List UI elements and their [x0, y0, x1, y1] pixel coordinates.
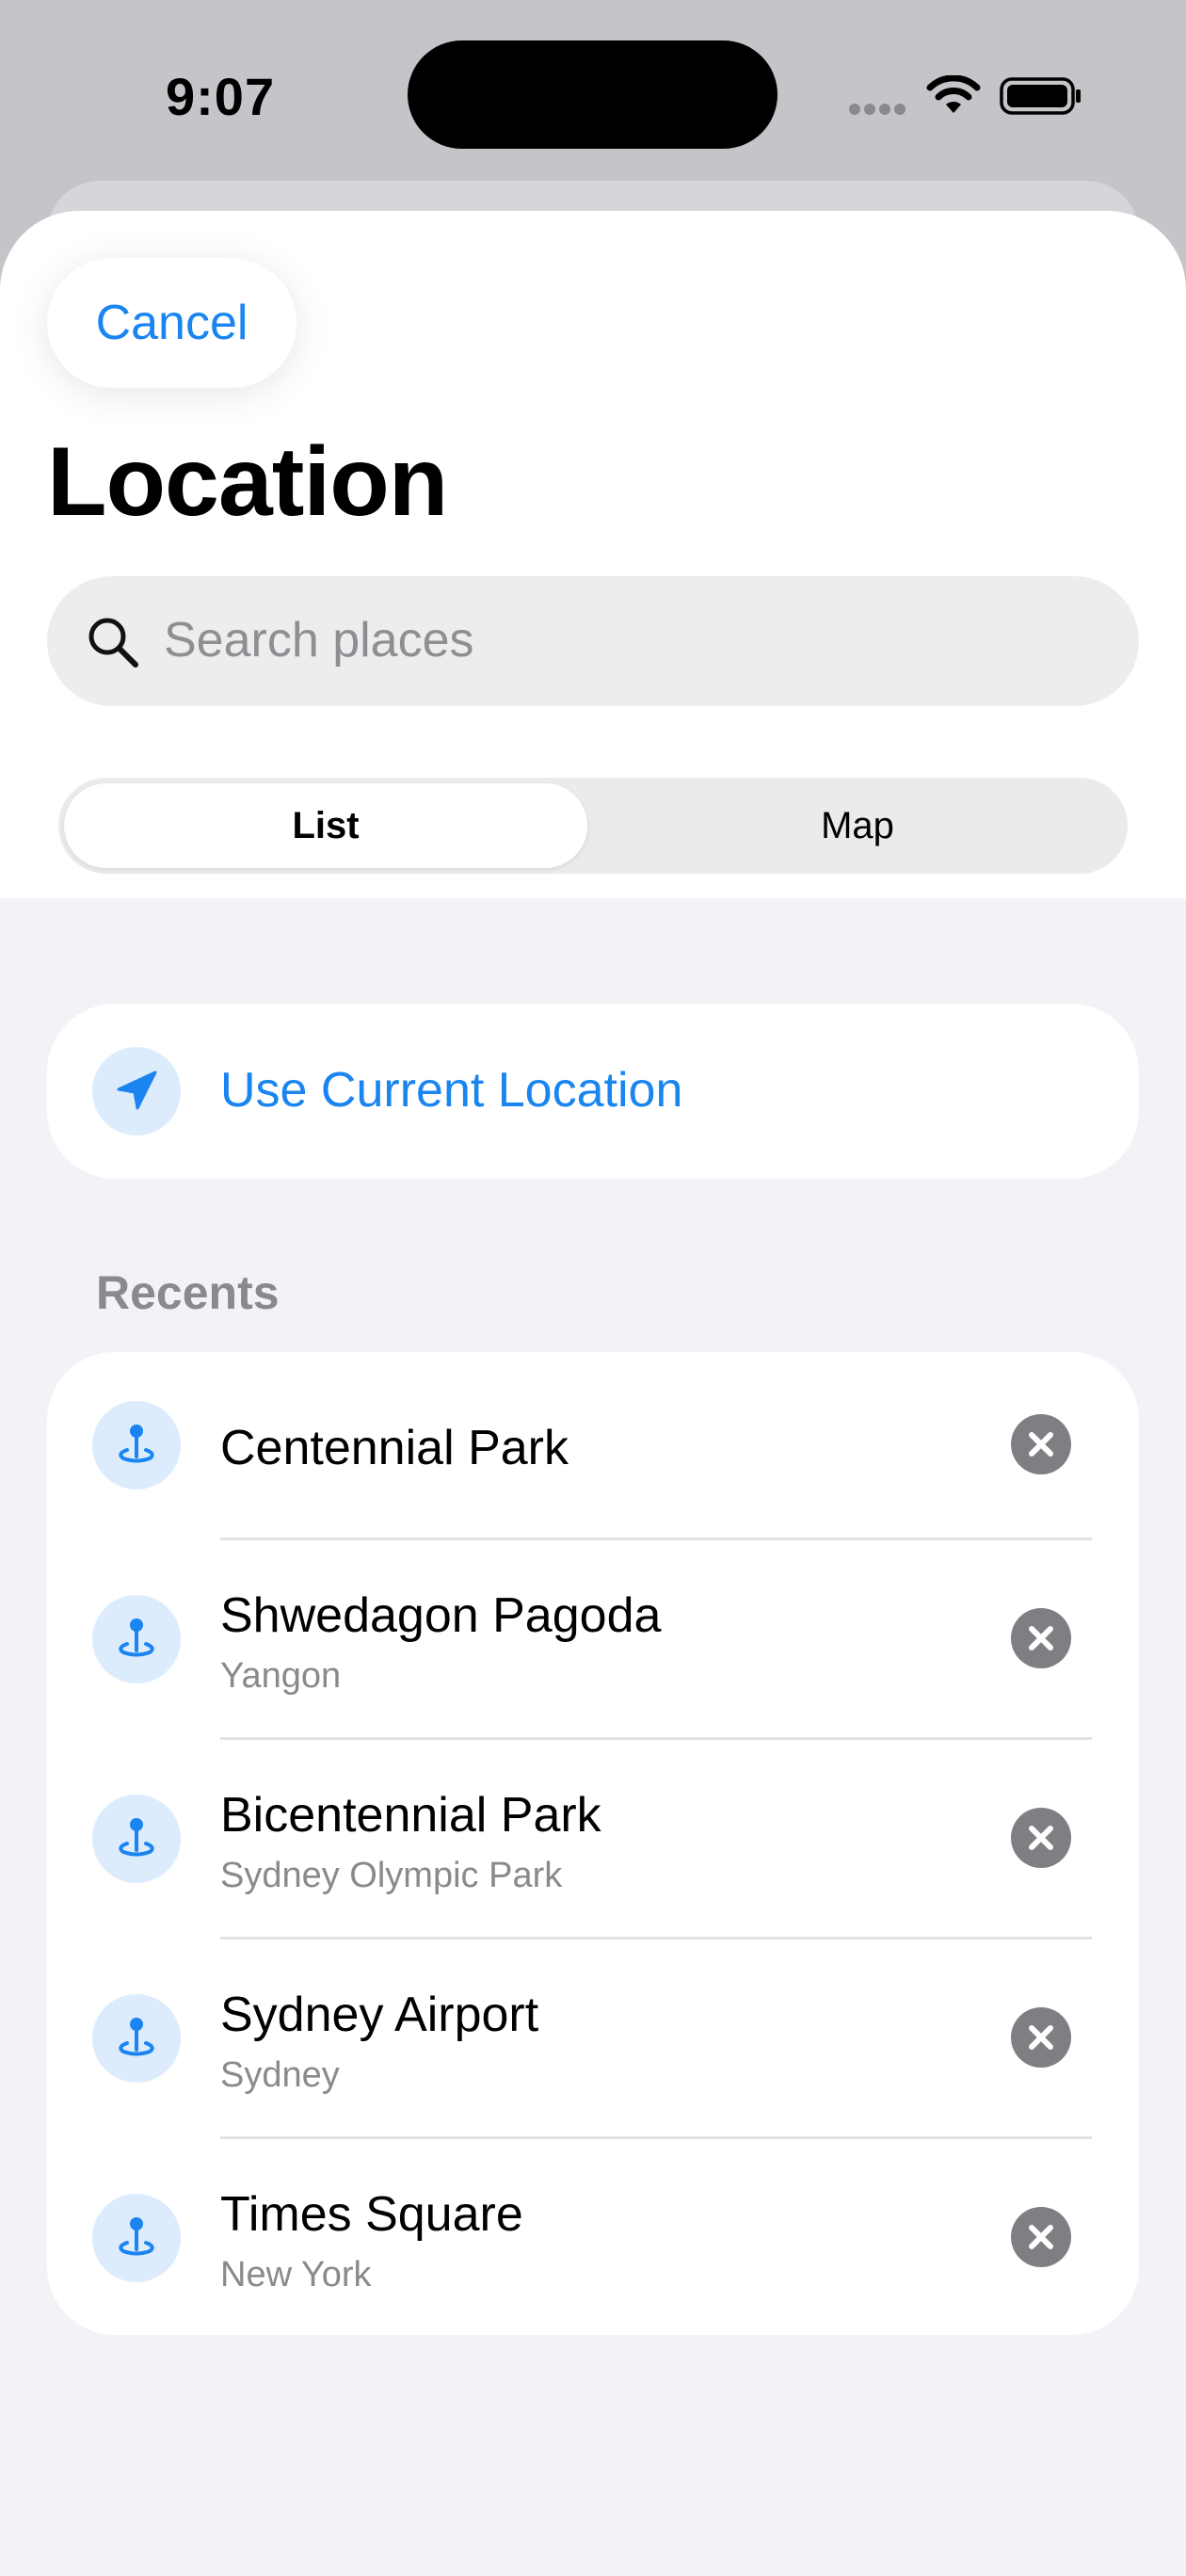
remove-recent-button[interactable]	[1011, 1608, 1071, 1668]
list-item[interactable]: Bicentennial Park Sydney Olympic Park	[47, 1740, 1139, 1940]
use-current-location-button[interactable]: Use Current Location	[47, 1004, 1139, 1179]
map-pin-badge	[92, 1994, 181, 2083]
status-bar: 9:07	[0, 0, 1186, 188]
map-pin-badge	[92, 1595, 181, 1683]
location-arrow-icon	[117, 1071, 157, 1110]
use-current-location-label: Use Current Location	[220, 1063, 683, 1118]
place-name: Shwedagon Pagoda	[220, 1588, 662, 1643]
map-pin-icon	[119, 2217, 154, 2256]
list-item[interactable]: Sydney Airport Sydney	[47, 1940, 1139, 2139]
remove-recent-button[interactable]	[1011, 1808, 1071, 1868]
list-item[interactable]: Shwedagon Pagoda Yangon	[47, 1540, 1139, 1740]
map-pin-badge	[92, 1795, 181, 1883]
map-pin-badge	[92, 1401, 181, 1489]
location-sheet: Cancel Location Search places List Map U…	[0, 211, 1186, 2576]
place-subtitle: Yangon	[220, 1656, 342, 1696]
remove-recent-button[interactable]	[1011, 2207, 1071, 2267]
close-icon	[1029, 2025, 1053, 2050]
place-subtitle: Sydney Olympic Park	[220, 1856, 563, 1895]
segment-list[interactable]: List	[64, 783, 587, 868]
place-subtitle: New York	[220, 2255, 372, 2294]
recents-list: Centennial Park Shwedagon Pagoda Yangon	[47, 1352, 1139, 2335]
search-input[interactable]: Search places	[47, 576, 1139, 706]
status-time: 9:07	[166, 67, 276, 126]
cellular-signal-icon	[849, 103, 909, 120]
place-name: Sydney Airport	[220, 1988, 539, 2042]
close-icon	[1029, 1826, 1053, 1850]
map-pin-icon	[119, 1618, 154, 1657]
list-item[interactable]: Centennial Park	[47, 1352, 1139, 1552]
view-segmented-control: List Map	[58, 778, 1128, 874]
recents-header: Recents	[96, 1266, 280, 1319]
sheet-header: Cancel Location Search places List Map	[0, 211, 1186, 898]
wifi-icon	[926, 75, 981, 113]
search-icon	[88, 618, 138, 668]
close-icon	[1029, 1432, 1053, 1457]
cancel-button[interactable]: Cancel	[47, 258, 296, 388]
map-pin-icon	[119, 1425, 154, 1463]
place-name: Bicentennial Park	[220, 1788, 601, 1843]
map-pin-icon	[119, 1818, 154, 1857]
dynamic-island	[408, 40, 777, 149]
segment-map[interactable]: Map	[593, 783, 1122, 868]
location-arrow-badge	[92, 1047, 181, 1135]
close-icon	[1029, 2225, 1053, 2249]
list-item[interactable]: Times Square New York	[47, 2139, 1139, 2339]
place-name: Centennial Park	[220, 1421, 569, 1475]
search-placeholder: Search places	[164, 613, 474, 668]
battery-icon	[1000, 77, 1081, 115]
remove-recent-button[interactable]	[1011, 2007, 1071, 2068]
page-title: Location	[47, 427, 448, 537]
map-pin-icon	[119, 2018, 154, 2056]
map-pin-badge	[92, 2194, 181, 2282]
place-name: Times Square	[220, 2187, 523, 2242]
place-subtitle: Sydney	[220, 2055, 340, 2095]
remove-recent-button[interactable]	[1011, 1414, 1071, 1474]
close-icon	[1029, 1626, 1053, 1650]
